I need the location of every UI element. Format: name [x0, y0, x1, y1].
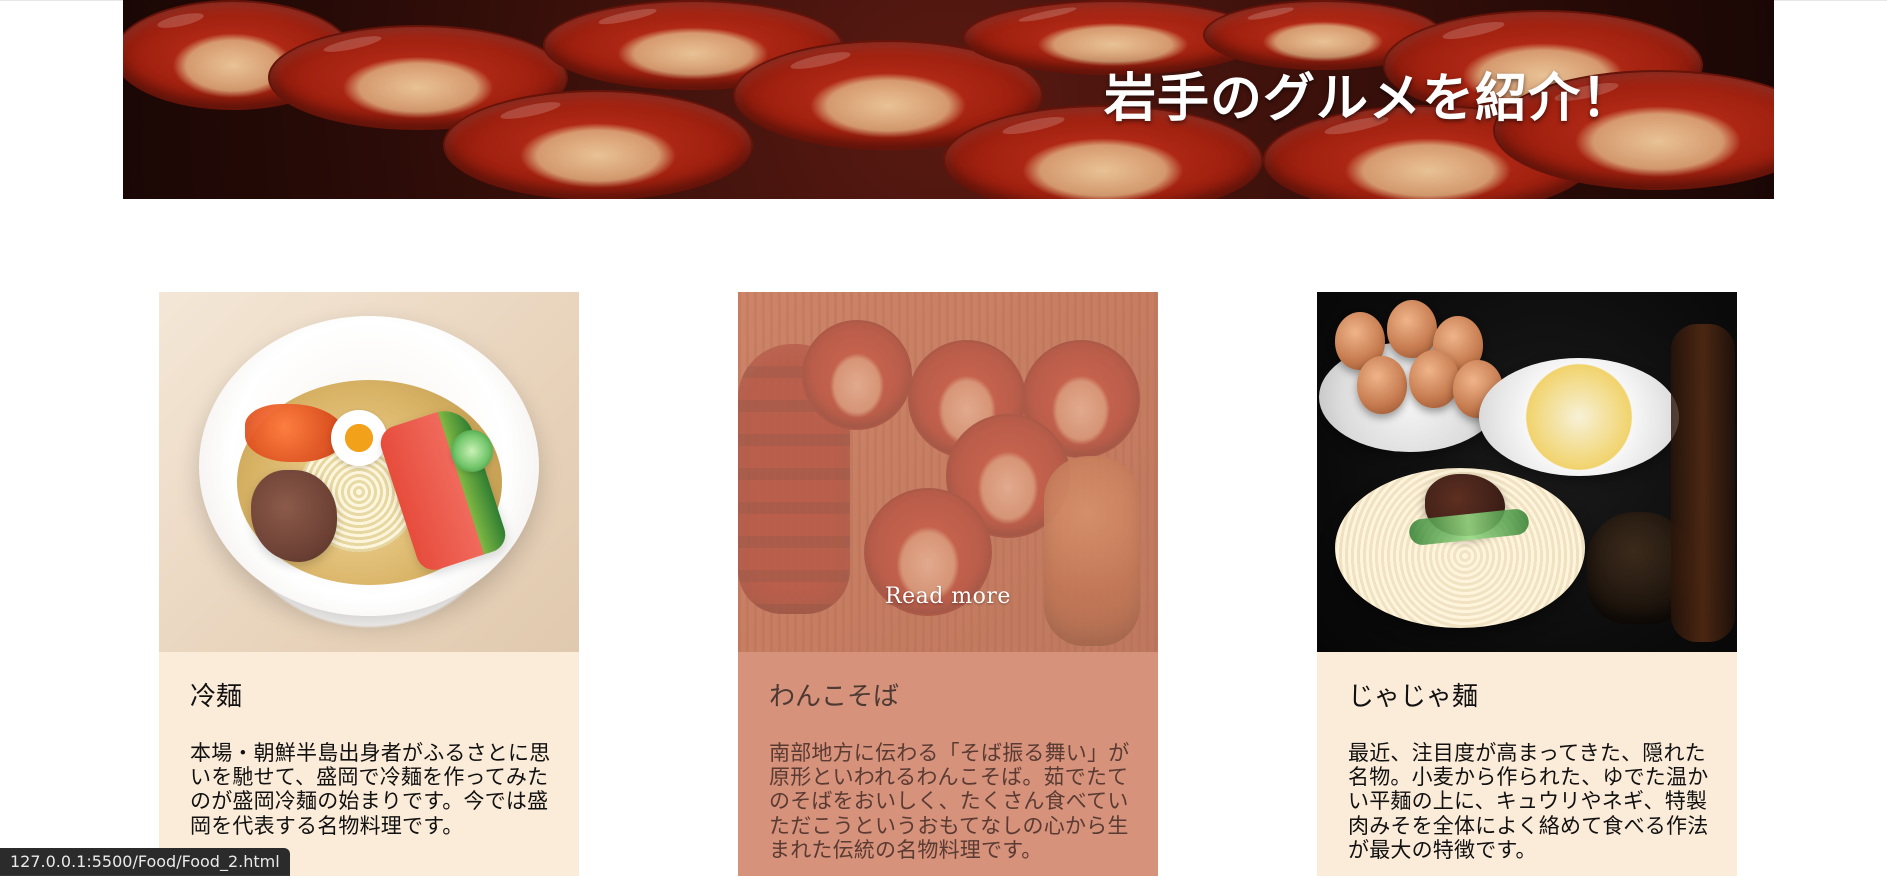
egg	[331, 410, 387, 466]
browser-status-url: 127.0.0.1:5500/Food/Food_2.html	[0, 848, 290, 876]
hero-banner: 岩手のグルメを紹介！	[123, 0, 1774, 199]
food-card-wankosoba[interactable]: Read more わんこそば 南部地方に伝わる「そば振る舞い」が原形といわれる…	[738, 292, 1158, 876]
card-body: 冷麺 本場・朝鮮半島出身者がふるさとに思いを馳せて、盛岡で冷麺を作ってみたのが盛…	[159, 652, 579, 838]
food-card-jajamen[interactable]: じゃじゃ麺 最近、注目度が高まってきた、隠れた名物。小麦から作られた、ゆでた温か…	[1317, 292, 1737, 876]
card-image	[159, 292, 579, 652]
hero-title: 岩手のグルメを紹介！	[1103, 68, 1634, 129]
read-more-label[interactable]: Read more	[738, 584, 1158, 609]
card-body: わんこそば 南部地方に伝わる「そば振る舞い」が原形といわれるわんこそば。茹でたて…	[738, 652, 1158, 862]
egg	[1357, 356, 1407, 414]
card-description: 南部地方に伝わる「そば振る舞い」が原形といわれるわんこそば。茹でたてのそばをおい…	[769, 741, 1130, 862]
food-card-reimen[interactable]: 冷麺 本場・朝鮮半島出身者がふるさとに思いを馳せて、盛岡で冷麺を作ってみたのが盛…	[159, 292, 579, 876]
hero-bowl	[443, 90, 753, 199]
page: 岩手のグルメを紹介！ 冷麺 本場・朝鮮半島出身者がふるさとに思いを馳せて、盛岡で…	[0, 0, 1887, 876]
cucumber	[451, 430, 493, 472]
food-card-grid: 冷麺 本場・朝鮮半島出身者がふるさとに思いを馳せて、盛岡で冷麺を作ってみたのが盛…	[0, 292, 1887, 876]
card-description: 本場・朝鮮半島出身者がふるさとに思いを馳せて、盛岡で冷麺を作ってみたのが盛岡冷麺…	[190, 741, 551, 838]
card-image: Read more	[738, 292, 1158, 652]
card-title: 冷麺	[190, 682, 243, 712]
bottle	[1671, 324, 1735, 642]
card-image	[1317, 292, 1737, 652]
soup-plate	[1479, 358, 1679, 476]
card-body: じゃじゃ麺 最近、注目度が高まってきた、隠れた名物。小麦から作られた、ゆでた温か…	[1317, 652, 1737, 862]
egg	[1409, 350, 1459, 408]
card-title: わんこそば	[769, 682, 900, 712]
card-title: じゃじゃ麺	[1348, 682, 1479, 712]
card-description: 最近、注目度が高まってきた、隠れた名物。小麦から作られた、ゆでた温かい平麺の上に…	[1348, 741, 1709, 862]
